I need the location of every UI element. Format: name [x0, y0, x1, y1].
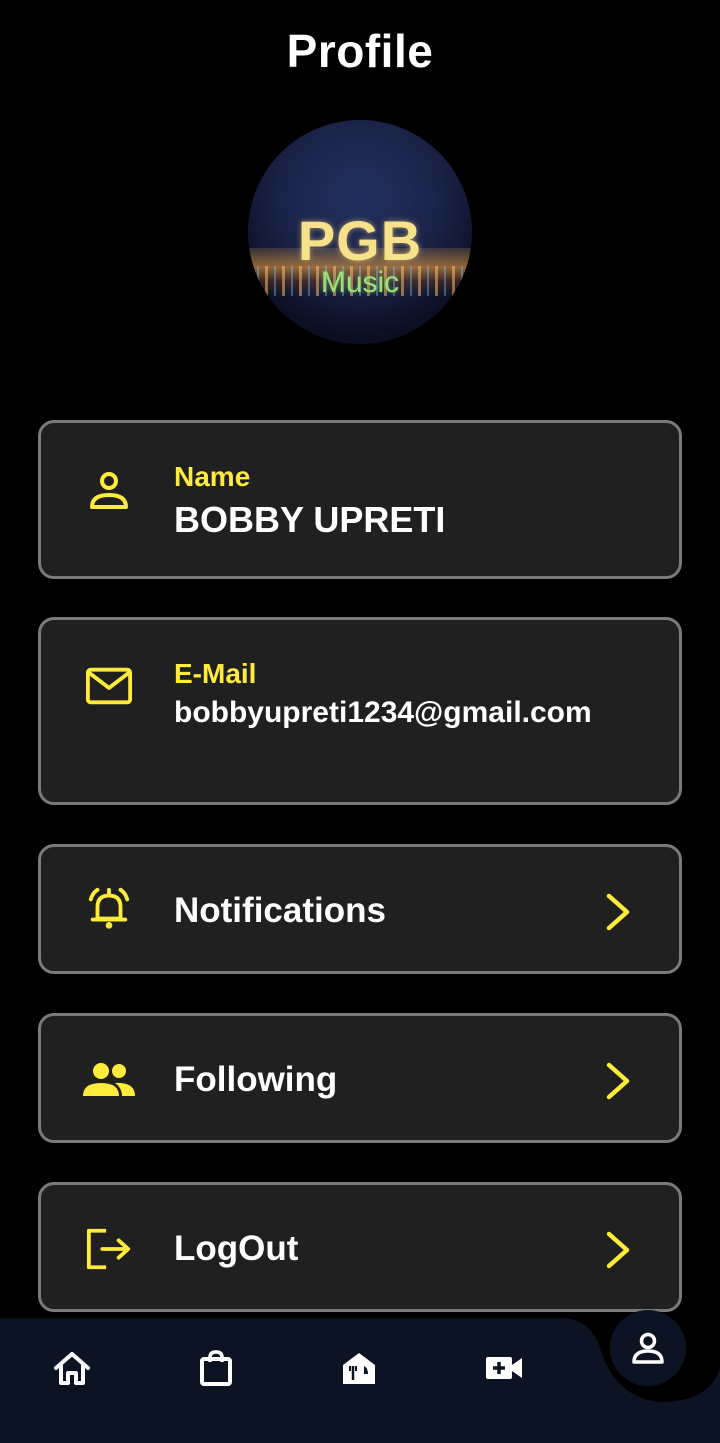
- following-label: Following: [174, 1060, 338, 1099]
- mail-icon: [85, 662, 133, 710]
- name-label: Name: [174, 461, 251, 492]
- person-icon: [85, 467, 133, 515]
- name-value: BOBBY UPRETI: [174, 499, 446, 540]
- profile-nav-button[interactable]: [610, 1310, 686, 1386]
- logout-icon: [85, 1225, 133, 1273]
- logout-label: LogOut: [174, 1229, 299, 1268]
- email-card: E-Mail bobbyupreti1234@gmail.com: [38, 617, 682, 805]
- notifications-button[interactable]: Notifications: [38, 844, 682, 974]
- following-button[interactable]: Following: [38, 1013, 682, 1143]
- avatar[interactable]: PGB Music: [248, 120, 472, 344]
- email-label: E-Mail: [174, 658, 257, 689]
- profile-page: Profile PGB Music Name BOBBY UPRETI E-Ma…: [0, 0, 720, 1443]
- home-icon[interactable]: [50, 1346, 94, 1390]
- email-value: bobbyupreti1234@gmail.com: [174, 696, 592, 729]
- video-call-icon[interactable]: [482, 1346, 526, 1390]
- chevron-right-icon: [603, 892, 633, 932]
- chevron-right-icon: [603, 1061, 633, 1101]
- shopping-bag-icon[interactable]: [194, 1346, 238, 1390]
- name-card: Name BOBBY UPRETI: [38, 420, 682, 579]
- notifications-label: Notifications: [174, 891, 386, 930]
- restaurant-icon[interactable]: [337, 1346, 381, 1390]
- avatar-logo-subtext: Music: [320, 266, 400, 299]
- people-icon: [81, 1056, 137, 1104]
- alarm-bell-icon: [85, 885, 133, 933]
- avatar-logo-text: PGB: [297, 209, 423, 272]
- profile-icon: [630, 1330, 666, 1366]
- page-title: Profile: [286, 25, 434, 77]
- chevron-right-icon: [603, 1230, 633, 1270]
- logout-button[interactable]: LogOut: [38, 1182, 682, 1312]
